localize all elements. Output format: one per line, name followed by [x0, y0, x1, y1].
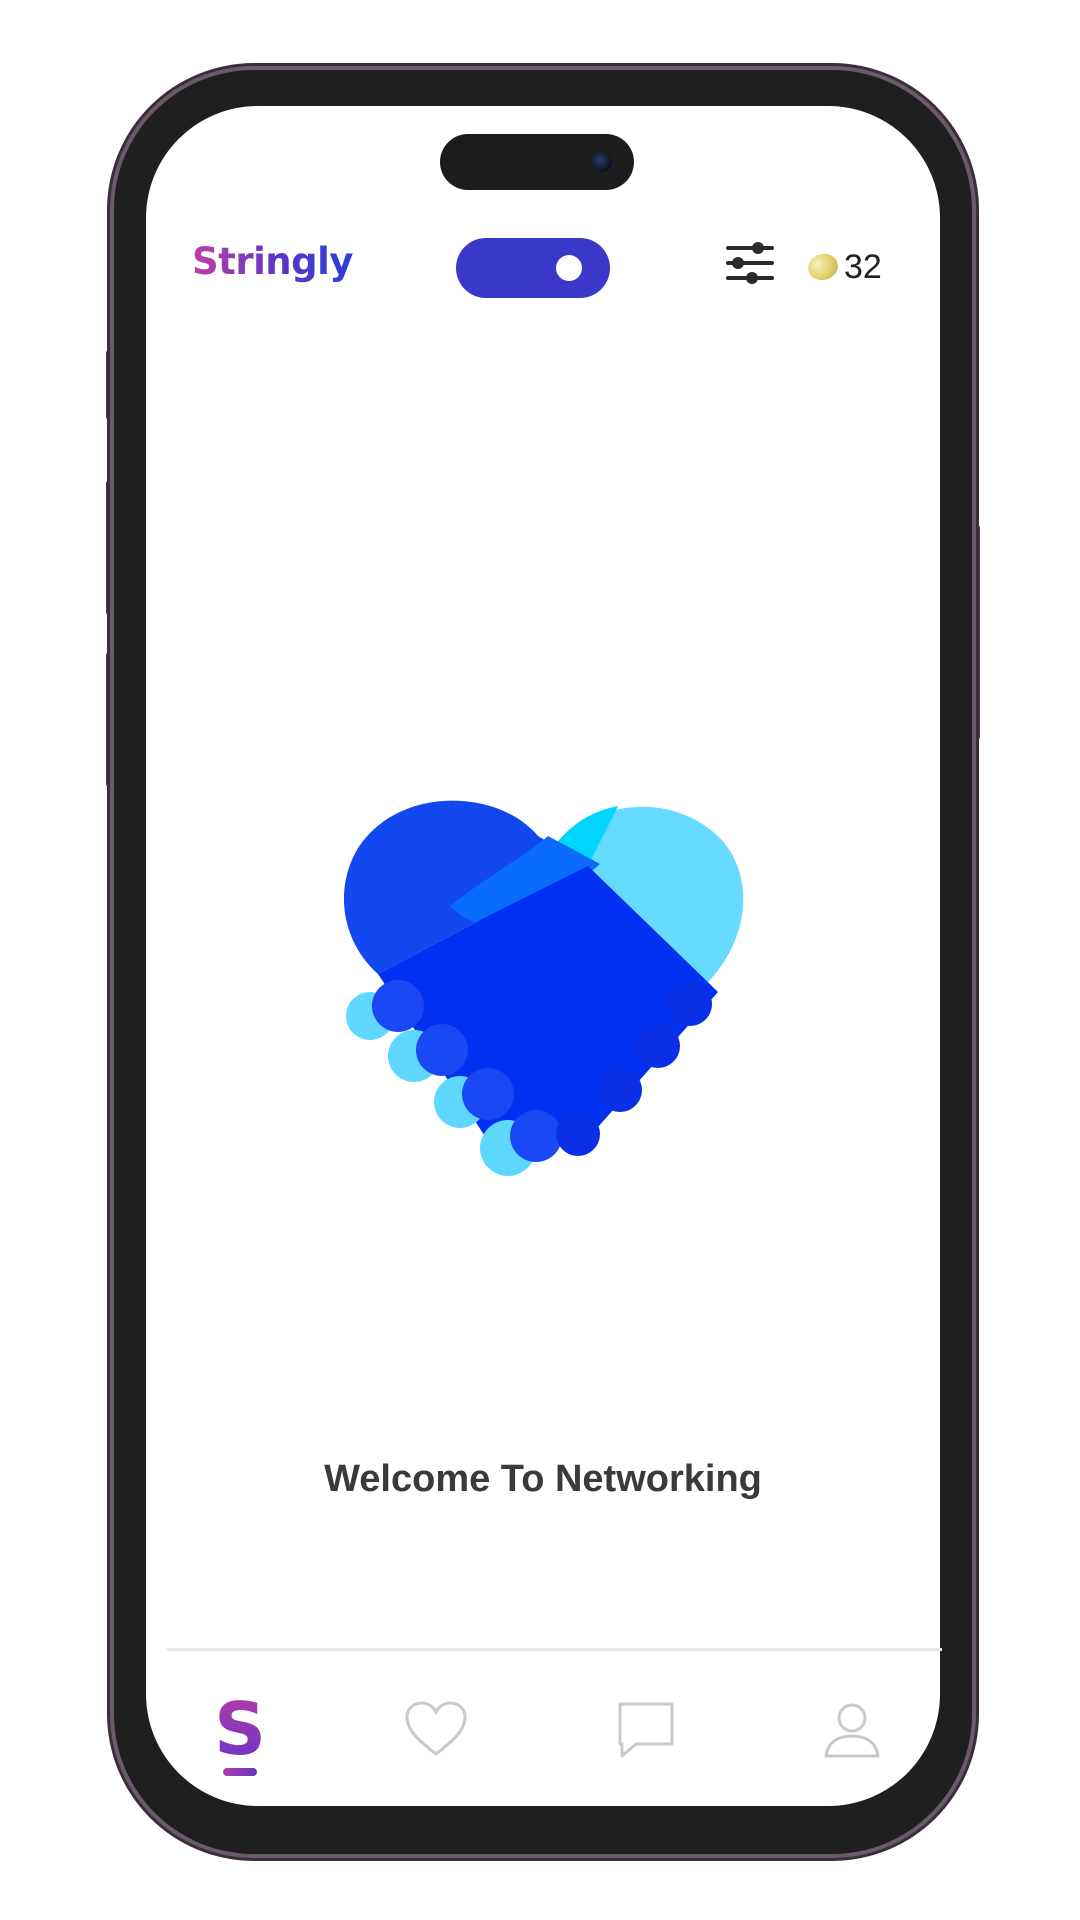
tab-home[interactable]: S	[200, 1687, 280, 1784]
toggle-knob	[556, 255, 582, 281]
tab-likes[interactable]	[396, 1700, 476, 1790]
heart-icon	[405, 1701, 467, 1756]
active-tab-indicator	[223, 1768, 257, 1776]
tab-profile[interactable]	[812, 1700, 892, 1790]
profile-icon	[824, 1703, 880, 1758]
filter-button[interactable]	[724, 238, 776, 288]
heart-handshake-icon	[343, 800, 744, 1176]
dynamic-island	[440, 134, 634, 190]
welcome-heading: Welcome To Networking	[324, 1458, 762, 1500]
app-logo: Stringly	[192, 240, 353, 283]
chat-bubble-icon	[618, 1702, 674, 1758]
tab-messages[interactable]	[606, 1700, 686, 1790]
sliders-icon	[726, 242, 774, 284]
mode-toggle[interactable]	[456, 238, 610, 298]
screen: Stringly 32 Welcome To Networking S	[0, 0, 1080, 1920]
phone-side-button	[972, 525, 980, 740]
coin-count: 32	[844, 247, 882, 286]
phone-side-button	[106, 350, 114, 420]
nav-divider	[166, 1648, 942, 1651]
coin-icon	[805, 250, 841, 284]
phone-side-button	[106, 480, 114, 615]
phone-side-button	[106, 652, 114, 787]
camera-icon	[592, 152, 612, 172]
coin-balance[interactable]: 32	[805, 246, 882, 288]
stringly-s-icon: S	[214, 1687, 266, 1771]
